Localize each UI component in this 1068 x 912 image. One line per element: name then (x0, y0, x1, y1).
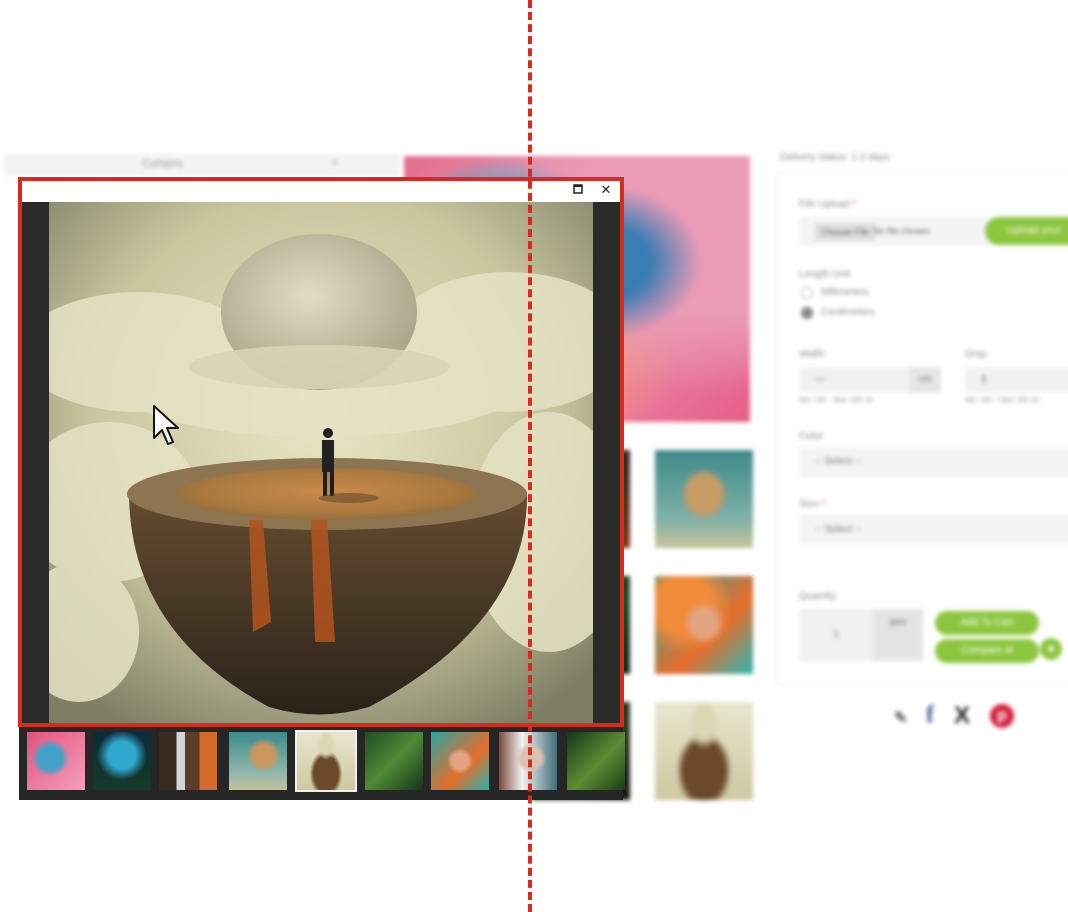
image-lightbox: ✕ (19, 178, 625, 800)
product-thumbnail[interactable] (655, 702, 753, 800)
guide-dashed-line (528, 0, 532, 912)
width-label: Width (799, 349, 825, 360)
lightbox-main-image[interactable] (49, 202, 593, 724)
width-unit: cm (909, 367, 941, 393)
sidebar-category-label[interactable]: Curtains (142, 158, 183, 170)
thumbnail-forest-path[interactable] (567, 732, 625, 790)
drop-input[interactable]: 1 (965, 367, 1068, 393)
file-upload-label: File Upload * (799, 199, 857, 210)
millimeters-radio[interactable] (801, 287, 813, 299)
lightbox-thumbnail-strip (19, 728, 625, 800)
width-input[interactable]: — (799, 367, 909, 393)
quantity-input[interactable]: 1 (799, 609, 873, 661)
product-thumbnail[interactable] (655, 450, 753, 548)
pinterest-icon[interactable]: p (990, 704, 1014, 728)
length-unit-label: Length Unit (799, 269, 851, 280)
thumbnail-colorful-woman[interactable] (431, 732, 489, 790)
quantity-label: Quantity (799, 591, 837, 602)
thumbnail-brain-tree[interactable] (229, 732, 287, 790)
no-file-text: No file chosen (873, 226, 931, 236)
thumbnail-chameleon[interactable] (27, 732, 85, 790)
thumbnail-green-stairs[interactable] (365, 732, 423, 790)
centimeters-radio[interactable] (801, 307, 813, 319)
close-icon[interactable]: ✕ (597, 181, 615, 199)
product-options-form: File Upload * Choose File No file chosen… (776, 172, 1068, 686)
color-select[interactable]: -- Select -- (799, 447, 1068, 477)
mouse-cursor-icon (152, 404, 180, 455)
drop-hint: Min: 100 – Max: 200 cm (965, 397, 1040, 404)
drop-label: Drop (965, 349, 987, 360)
size-select[interactable]: -- Select -- (799, 515, 1068, 545)
centimeters-label: Centimeters (821, 307, 875, 318)
color-label: Color (799, 431, 823, 442)
category-sidebar: Curtains × (4, 154, 400, 176)
add-to-cart-button[interactable]: Add To Cart (935, 611, 1039, 635)
link-icon[interactable]: ✎ (894, 708, 907, 728)
maximize-icon[interactable] (569, 181, 587, 199)
thumbnail-floating-island[interactable] (295, 730, 357, 792)
facebook-icon[interactable]: f (926, 702, 934, 729)
millimeters-label: Millimeters (821, 287, 869, 298)
size-label: Size * (799, 499, 826, 510)
quantity-unit: pcs (873, 609, 923, 661)
upload-button[interactable]: Upload your (985, 217, 1068, 245)
product-thumbnail[interactable] (655, 576, 753, 674)
width-hint: Min: 100 – Max: 200 cm (799, 397, 874, 404)
sidebar-close-icon[interactable]: × (332, 157, 338, 169)
x-icon[interactable]: X (954, 702, 970, 730)
compare-button[interactable]: Compare ⇄ (935, 639, 1039, 663)
wishlist-heart-icon[interactable]: ♥ (1040, 638, 1062, 660)
lightbox-titlebar: ✕ (19, 178, 623, 202)
thumbnail-waterfall[interactable] (159, 732, 217, 790)
choose-file-button[interactable]: Choose File (815, 224, 876, 240)
thumbnail-glowing-forest[interactable] (93, 732, 151, 790)
delivery-status: Delivery status: 1-3 days (780, 152, 890, 163)
